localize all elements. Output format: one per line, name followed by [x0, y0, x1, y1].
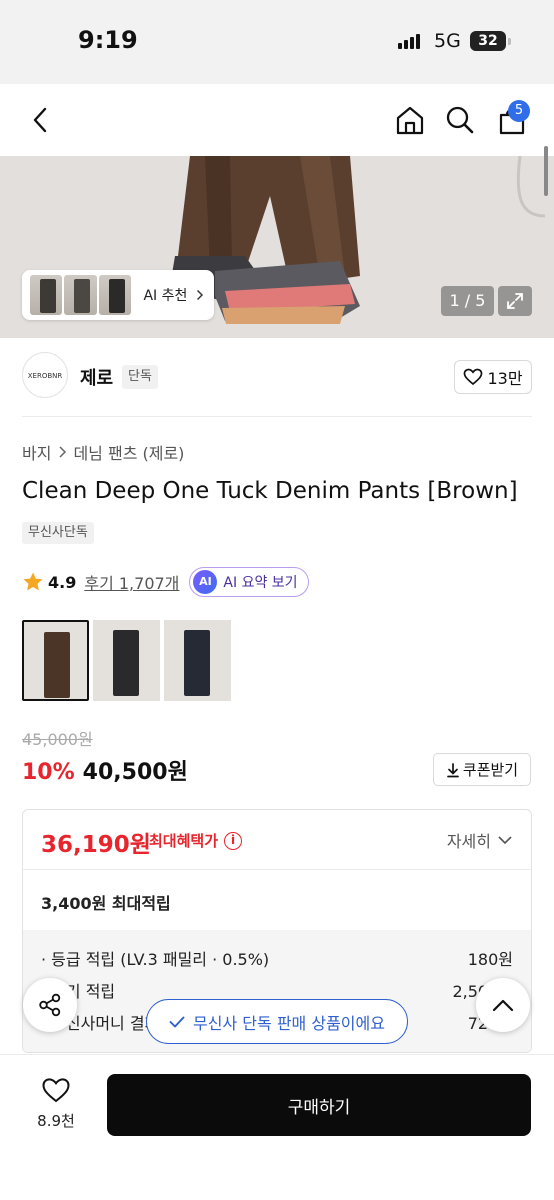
price-row: 10% 40,500원 [22, 754, 188, 786]
ai-recommend-thumb [64, 275, 97, 315]
ai-recommend-label: AI 추천 [143, 288, 188, 304]
heart-icon [464, 368, 483, 386]
heart-icon [42, 1078, 70, 1103]
product-like-count: 8.9천 [37, 1112, 75, 1130]
coupon-button[interactable]: 쿠폰받기 [433, 753, 531, 786]
brand-logo[interactable]: XEROBNR [22, 352, 68, 398]
thumb-pants [113, 630, 139, 696]
thumb-pants [184, 630, 210, 696]
back-icon [33, 107, 47, 133]
points-row-label: · 등급 적립 (LV.3 패밀리 · 0.5%) [41, 950, 270, 969]
ai-badge-icon: AI [193, 570, 218, 594]
rating-row: 4.9 후기 1,707개 AI AI 요약 보기 [22, 566, 309, 598]
info-icon[interactable]: i [224, 831, 243, 850]
color-option-navy[interactable] [164, 620, 231, 701]
expand-icon [507, 293, 523, 309]
search-button[interactable] [440, 100, 480, 140]
check-icon [169, 1016, 185, 1027]
network-label: 5G [434, 30, 461, 52]
share-icon [39, 993, 61, 1017]
brand-like-button[interactable]: 13만 [454, 360, 532, 394]
cart-count-badge: 5 [508, 100, 530, 122]
breadcrumb-category[interactable]: 바지 [22, 440, 51, 464]
ai-summary-button[interactable]: AI AI 요약 보기 [189, 567, 309, 597]
rating-value: 4.9 [48, 572, 77, 592]
chevron-down-icon [498, 836, 512, 845]
scroll-indicator [544, 146, 548, 196]
breadcrumb-subcategory[interactable]: 데님 팬츠 (제로) [73, 440, 184, 464]
exclusive-toast: 무신사 단독 판매 상품이에요 [146, 999, 408, 1044]
points-title: 3,400원 최대적립 [41, 894, 171, 913]
chevron-right-icon [197, 289, 204, 301]
brand-exclusive-tag: 단독 [122, 365, 158, 389]
coupon-label: 쿠폰받기 [462, 761, 519, 779]
brand-name[interactable]: 제로 [80, 364, 113, 390]
color-options [22, 620, 231, 701]
status-bar: 9:19 5G 32 [0, 0, 554, 84]
divider [22, 416, 532, 417]
brand-like-count: 13만 [487, 369, 523, 388]
discount-rate: 10% [22, 760, 75, 785]
ai-recommend-thumb [30, 275, 63, 315]
buy-button[interactable]: 구매하기 [107, 1074, 531, 1136]
exclusive-tag: 무신사단독 [22, 522, 94, 544]
image-counter: 1 / 5 [441, 286, 494, 316]
max-benefit-label: 최대혜택가 i [149, 830, 243, 851]
benefit-detail-button[interactable]: 자세히 [447, 828, 513, 852]
home-icon [396, 106, 424, 135]
points-row: · 등급 적립 (LV.3 패밀리 · 0.5%) 180원 [41, 946, 513, 970]
sale-price: 40,500원 [82, 760, 188, 785]
search-icon [446, 106, 474, 134]
color-option-brown[interactable] [22, 620, 89, 701]
back-button[interactable] [22, 102, 58, 138]
product-like-button[interactable]: 8.9천 [28, 1077, 84, 1131]
share-button[interactable] [23, 978, 77, 1032]
chevron-up-icon [492, 999, 514, 1012]
battery-icon: 32 [470, 31, 506, 51]
download-icon [447, 762, 459, 777]
max-benefit-text: 최대혜택가 [149, 832, 219, 850]
status-time: 9:19 [78, 26, 138, 54]
expand-image-button[interactable] [498, 286, 532, 316]
breadcrumb: 바지 데님 팬츠 (제로) [22, 440, 184, 464]
benefit-header: 36,190원 최대혜택가 i 자세히 [23, 810, 531, 870]
color-option-black[interactable] [93, 620, 160, 701]
points-row-value: 180원 [467, 950, 513, 969]
max-benefit-price: 36,190원 [41, 832, 151, 858]
benefit-detail-label: 자세히 [446, 832, 491, 851]
original-price: 45,000원 [22, 730, 93, 749]
brand-row: XEROBNR 제로 단독 13만 [22, 352, 532, 402]
battery-cap [508, 38, 511, 45]
signal-icon [398, 34, 420, 49]
ai-recommend-button[interactable]: AI 추천 [22, 270, 214, 320]
ai-summary-label: AI 요약 보기 [223, 575, 298, 591]
top-nav [0, 84, 554, 156]
bottom-action-bar: 8.9천 구매하기 [0, 1054, 554, 1200]
toast-message: 무신사 단독 판매 상품이에요 [193, 1013, 385, 1033]
scroll-top-button[interactable] [476, 978, 530, 1032]
product-title: Clean Deep One Tuck Denim Pants [Brown] [22, 478, 518, 504]
chevron-right-icon [59, 446, 67, 458]
star-icon [23, 572, 43, 591]
thumb-pants [44, 632, 70, 698]
reviews-link[interactable]: 후기 1,707개 [84, 570, 179, 594]
home-button[interactable] [390, 100, 430, 140]
ai-recommend-thumb [98, 275, 132, 315]
battery-level: 32 [478, 33, 498, 49]
